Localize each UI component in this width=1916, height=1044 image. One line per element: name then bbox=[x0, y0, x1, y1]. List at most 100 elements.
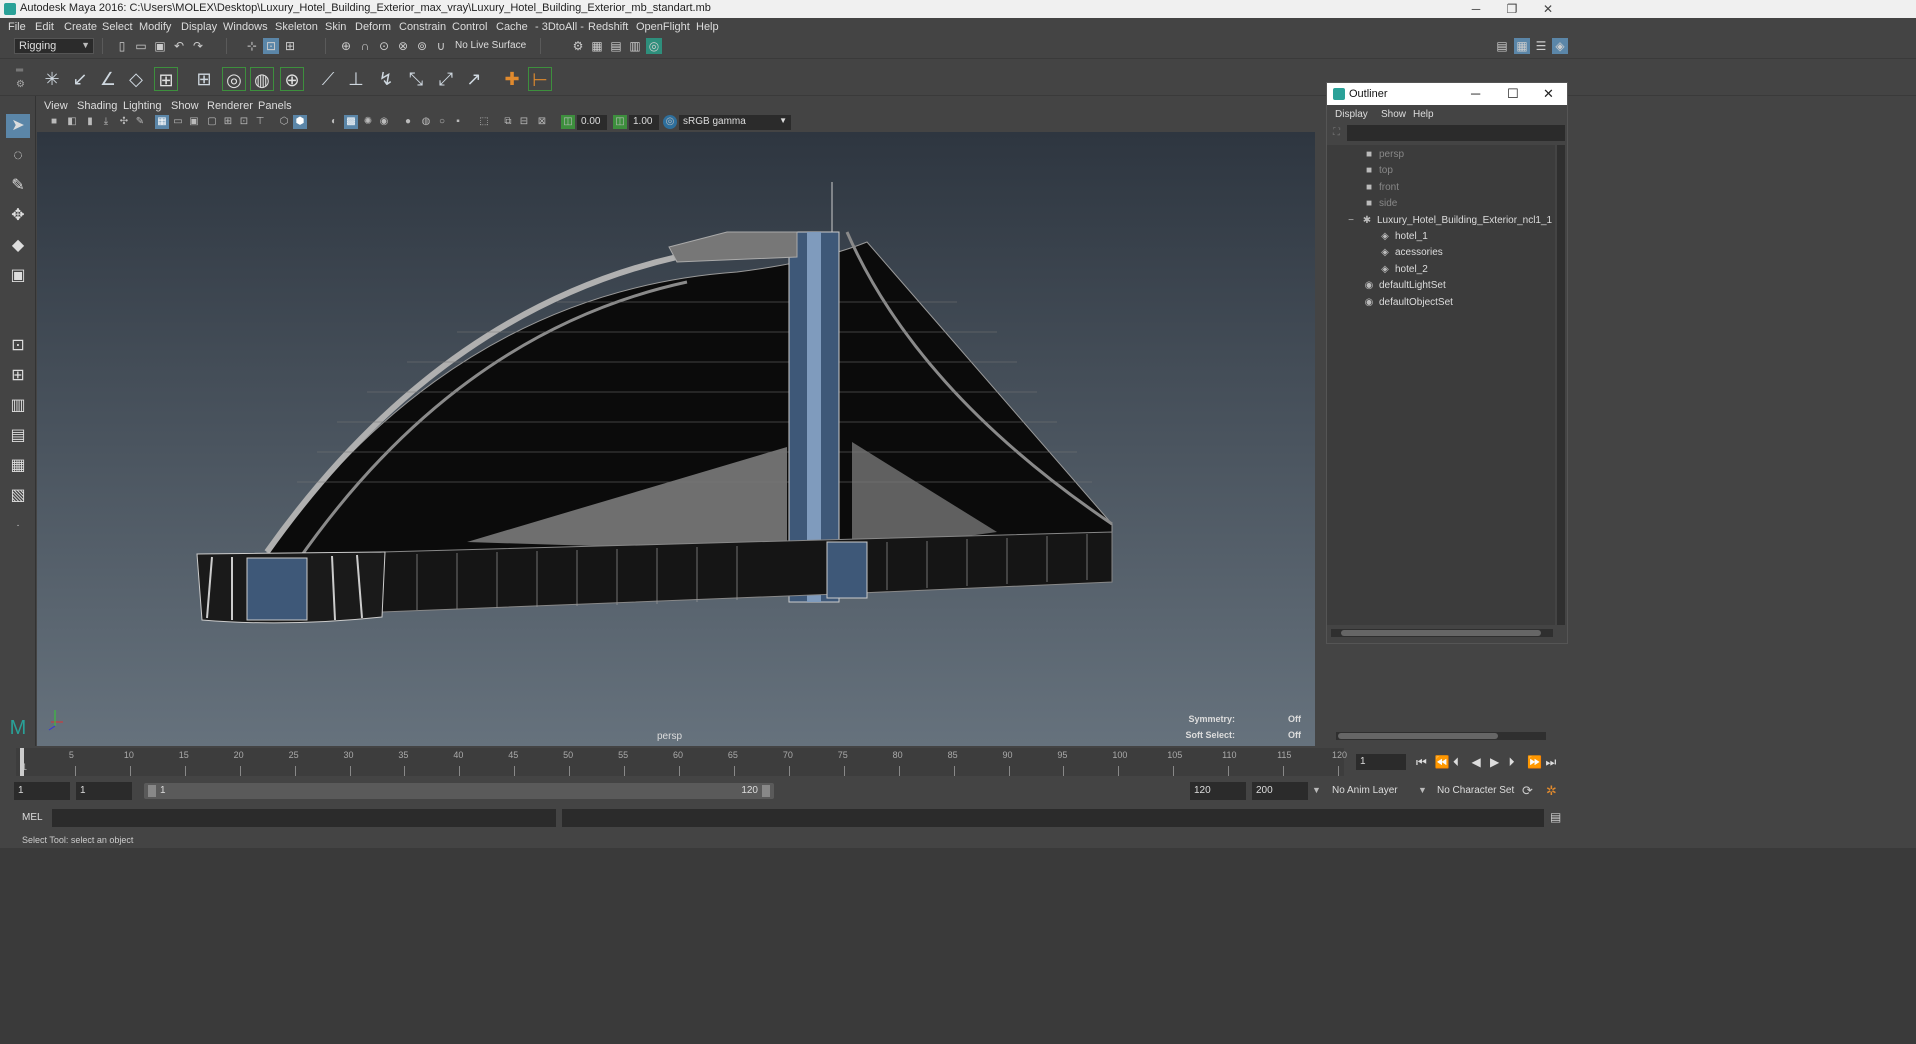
scrollbar-thumb[interactable] bbox=[1341, 630, 1541, 636]
outliner-title-bar[interactable]: Outliner ─ ☐ ✕ bbox=[1327, 83, 1567, 105]
menu-edit[interactable]: Edit bbox=[35, 21, 54, 33]
menu-cache[interactable]: Cache bbox=[496, 21, 528, 33]
step-back-frame-icon[interactable]: ⏴ bbox=[1453, 755, 1459, 770]
filter-icon[interactable]: ⛶ bbox=[1333, 127, 1340, 138]
auto-key-icon[interactable]: ⟳ bbox=[1522, 783, 1533, 799]
vp-menu-shading[interactable]: Shading bbox=[77, 100, 117, 112]
grid-toggle-icon[interactable]: ▦ bbox=[155, 115, 169, 129]
snap-live-icon[interactable]: ⊚ bbox=[414, 38, 430, 54]
tool-settings-icon[interactable]: ◈ bbox=[1552, 38, 1568, 54]
move-tool-icon[interactable]: ✥ bbox=[6, 204, 30, 228]
menu-help[interactable]: Help bbox=[696, 21, 719, 33]
select-tool-icon[interactable]: ➤ bbox=[6, 114, 30, 138]
color-management-icon[interactable]: ◎ bbox=[663, 115, 677, 129]
safe-action-icon[interactable]: ⊡ bbox=[237, 115, 251, 129]
bookmark-icon[interactable]: ▮ bbox=[83, 115, 97, 129]
rotate-tool-icon[interactable]: ◆ bbox=[6, 234, 30, 258]
two-d-pan-icon[interactable]: ✣ bbox=[117, 115, 131, 129]
anim-layer-dropdown[interactable]: No Anim Layer bbox=[1332, 785, 1398, 796]
insert-joint-icon[interactable]: ◇ bbox=[124, 67, 148, 91]
menu-control[interactable]: Control bbox=[452, 21, 487, 33]
minimize-button[interactable]: ─ bbox=[1458, 0, 1494, 18]
snap-curve-icon[interactable]: ∩ bbox=[357, 38, 373, 54]
redo-icon[interactable]: ↷ bbox=[190, 38, 206, 54]
command-input[interactable] bbox=[52, 809, 556, 827]
outliner-close-button[interactable]: ✕ bbox=[1543, 86, 1554, 102]
outliner-item[interactable]: ◈ acessories bbox=[1379, 247, 1443, 263]
gamma-icon[interactable]: ◫ bbox=[613, 115, 627, 129]
image-plane-icon[interactable]: ⤓ bbox=[99, 115, 113, 129]
play-forward-icon[interactable]: ▶ bbox=[1490, 755, 1499, 769]
single-pane-layout-icon[interactable]: ⊡ bbox=[6, 334, 30, 358]
smooth-shade-icon[interactable]: ⬢ bbox=[293, 115, 307, 129]
character-set-dropdown[interactable]: No Character Set bbox=[1437, 785, 1514, 796]
anti-aliasing-icon[interactable]: ● bbox=[401, 115, 415, 129]
shelf-gear-icon[interactable]: ⚙ bbox=[16, 79, 25, 90]
depth-of-field-icon[interactable]: ◍ bbox=[419, 115, 433, 129]
detach-skin-icon[interactable]: ⤡ bbox=[404, 67, 428, 91]
snap-view-plane-icon[interactable]: ⊗ bbox=[395, 38, 411, 54]
exposure-field[interactable]: 0.00 bbox=[577, 115, 607, 130]
xray-icon[interactable]: ▪ bbox=[451, 115, 465, 129]
outliner-maximize-button[interactable]: ☐ bbox=[1507, 86, 1519, 102]
current-frame-field[interactable]: 1 bbox=[1356, 754, 1406, 770]
snap-point-icon[interactable]: ⊙ bbox=[376, 38, 392, 54]
parent-constraint-icon[interactable]: ✚ bbox=[500, 67, 524, 91]
render-view-icon[interactable]: ▥ bbox=[627, 38, 643, 54]
isolate-select-icon[interactable]: ○ bbox=[435, 115, 449, 129]
menu-select[interactable]: Select bbox=[102, 21, 133, 33]
outliner-item[interactable]: ■ side bbox=[1363, 198, 1397, 214]
color-space-dropdown[interactable]: sRGB gamma ▼ bbox=[679, 115, 791, 130]
wireframe-icon[interactable]: ⬡ bbox=[277, 115, 291, 129]
lasso-tool-icon[interactable]: ◌ bbox=[6, 144, 30, 168]
wire-icon[interactable]: ⊕ bbox=[280, 67, 304, 91]
magnet-icon[interactable]: ∪ bbox=[433, 38, 449, 54]
go-to-end-icon[interactable]: ⏭ bbox=[1546, 755, 1557, 770]
motion-blur-icon[interactable]: ◉ bbox=[377, 115, 391, 129]
gamma-field[interactable]: 1.00 bbox=[629, 115, 659, 130]
playback-end-field[interactable]: 120 bbox=[1190, 782, 1246, 800]
select-camera-icon[interactable]: ⊠ bbox=[535, 115, 549, 129]
outliner-search-input[interactable] bbox=[1347, 125, 1565, 141]
cluster-icon[interactable]: ◎ bbox=[222, 67, 246, 91]
wrap-icon[interactable]: ◍ bbox=[250, 67, 274, 91]
viewport-persp[interactable]: persp Symmetry: Off Soft Select: Off bbox=[37, 132, 1315, 746]
outliner-menu-display[interactable]: Display bbox=[1335, 109, 1368, 120]
ambient-occlusion-icon[interactable]: ✺ bbox=[361, 115, 375, 129]
range-end-handle[interactable] bbox=[762, 785, 770, 797]
smooth-skin-icon[interactable]: ↯ bbox=[374, 67, 398, 91]
paint-select-icon[interactable]: ✎ bbox=[6, 174, 30, 198]
scrollbar-thumb[interactable] bbox=[1338, 733, 1498, 739]
menu-3dtoall[interactable]: - 3DtoAll - bbox=[535, 21, 584, 33]
bind-skin-icon[interactable]: ⟋ bbox=[316, 67, 340, 91]
step-forward-frame-icon[interactable]: ⏵ bbox=[1509, 755, 1515, 770]
scale-tool-icon[interactable]: ▣ bbox=[6, 264, 30, 288]
two-pane-layout-icon[interactable]: ▥ bbox=[6, 394, 30, 418]
outliner-menu-help[interactable]: Help bbox=[1413, 109, 1434, 120]
ik-spline-icon[interactable]: ∠ bbox=[96, 67, 120, 91]
camera-select-icon[interactable]: ■ bbox=[47, 115, 61, 129]
ik-handle-icon[interactable]: ↙ bbox=[68, 67, 92, 91]
undo-icon[interactable]: ↶ bbox=[171, 38, 187, 54]
outliner-vertical-scrollbar[interactable] bbox=[1557, 145, 1565, 625]
anim-start-field[interactable]: 1 bbox=[14, 782, 70, 800]
menuset-dropdown[interactable]: Rigging ▼ bbox=[14, 38, 94, 54]
four-pane-layout-icon[interactable]: ⊞ bbox=[6, 364, 30, 388]
step-forward-key-icon[interactable]: ⏩ bbox=[1527, 755, 1542, 769]
point-constraint-icon[interactable]: ⤢ bbox=[434, 67, 458, 91]
menu-windows[interactable]: Windows bbox=[223, 21, 268, 33]
step-back-key-icon[interactable]: ⏪ bbox=[1435, 755, 1450, 769]
script-editor-icon[interactable]: ▤ bbox=[1550, 810, 1561, 824]
playback-start-field[interactable]: 1 bbox=[76, 782, 132, 800]
vp-menu-view[interactable]: View bbox=[44, 100, 68, 112]
ipr-render-icon[interactable]: ▤ bbox=[608, 38, 624, 54]
hypershade-layout-icon[interactable]: ▧ bbox=[6, 484, 30, 508]
pole-vector-icon[interactable]: ⊢ bbox=[528, 67, 552, 91]
hud-icon[interactable]: ⊟ bbox=[517, 115, 531, 129]
animation-preferences-icon[interactable]: ✲ bbox=[1546, 783, 1557, 799]
select-component-icon[interactable]: ⊞ bbox=[282, 38, 298, 54]
hypershade-icon[interactable]: ◎ bbox=[646, 38, 662, 54]
menu-create[interactable]: Create bbox=[64, 21, 97, 33]
menu-modify[interactable]: Modify bbox=[139, 21, 171, 33]
select-object-icon[interactable]: ⊡ bbox=[263, 38, 279, 54]
